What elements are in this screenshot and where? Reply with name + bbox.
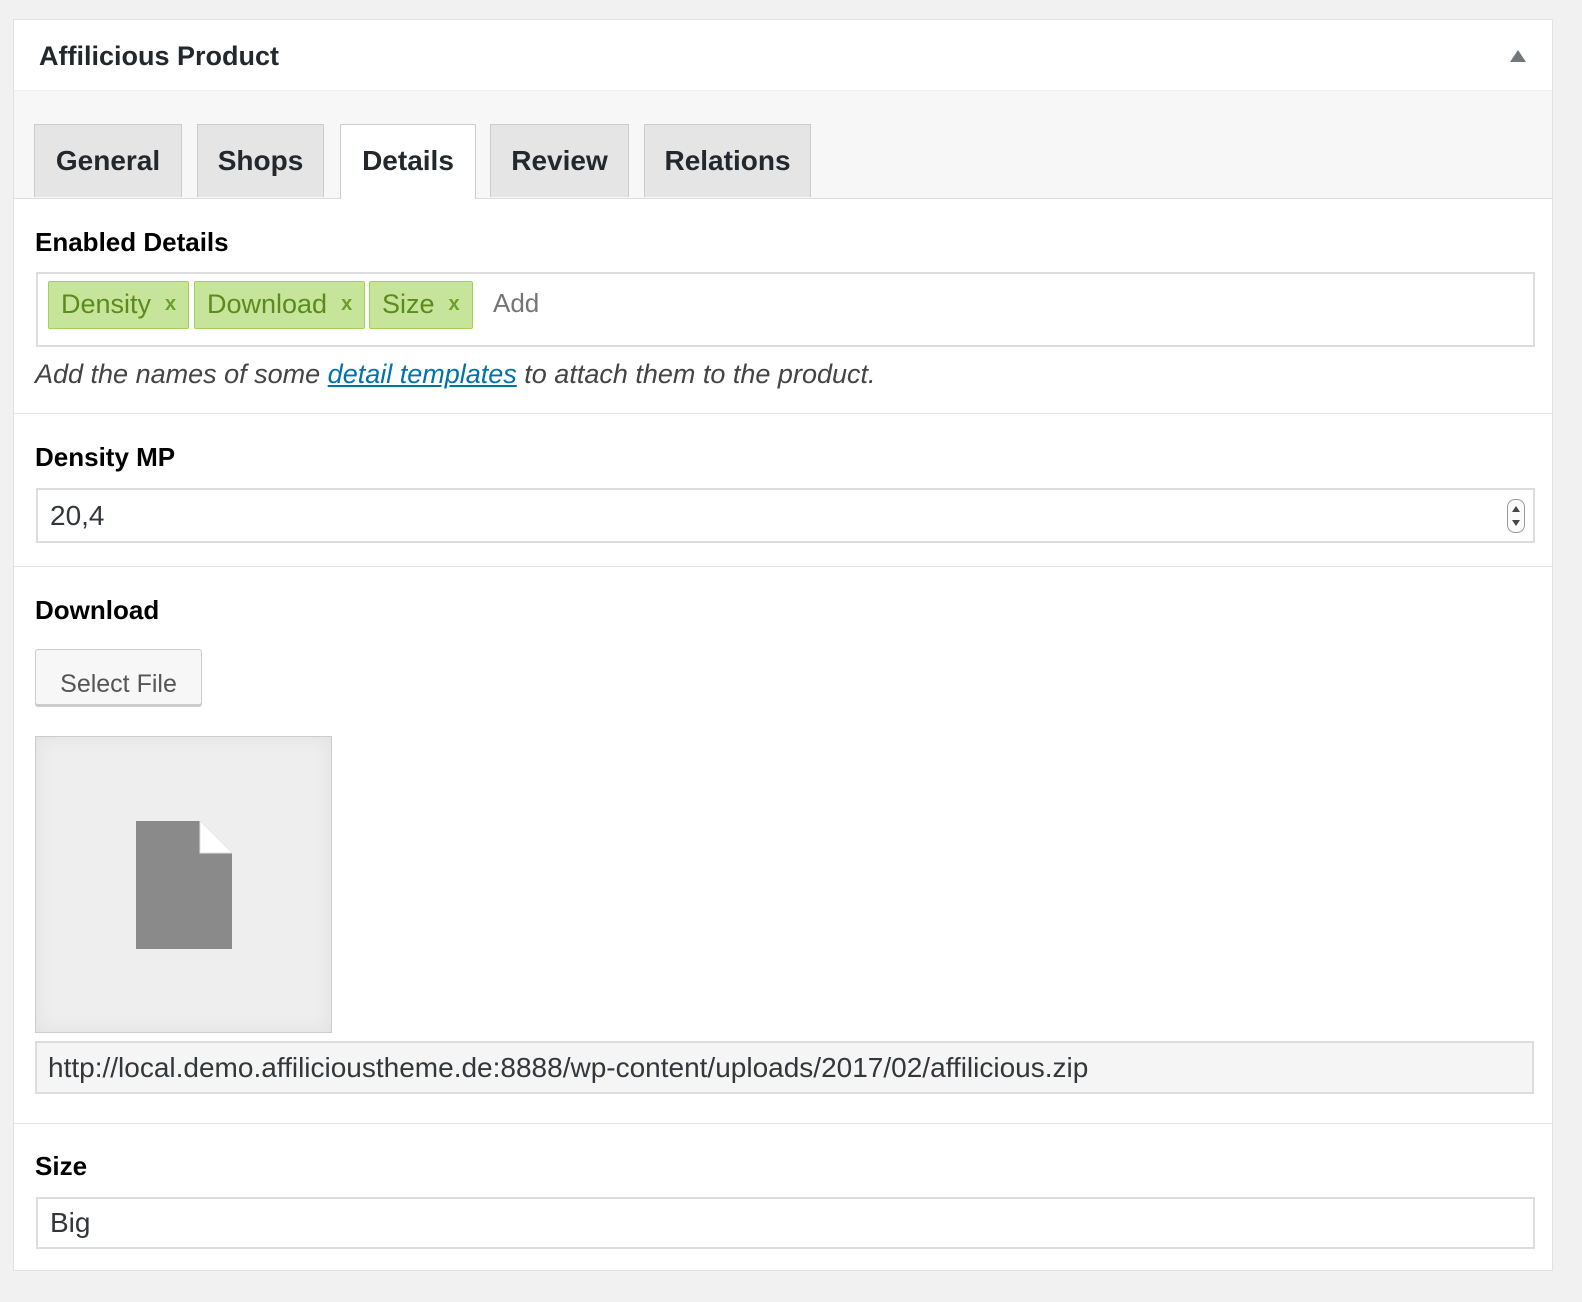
enabled-details-label: Enabled Details [35, 227, 229, 257]
size-text-input[interactable]: Big [36, 1197, 1535, 1249]
tab-details[interactable]: Details [340, 124, 476, 199]
tag-size: Size x [369, 281, 473, 329]
density-number-input[interactable]: 20,4 [36, 488, 1535, 543]
tag-density: Density x [48, 281, 190, 329]
tag-label: Density [61, 289, 152, 319]
file-preview [35, 736, 332, 1033]
triangle-up-icon[interactable] [1510, 50, 1526, 62]
download-label: Download [35, 595, 160, 625]
select-file-button[interactable]: Select File [35, 649, 202, 705]
size-label: Size [35, 1151, 88, 1181]
tag-label: Size [382, 289, 435, 319]
enabled-details-hint: Add the names of some detail templates t… [35, 357, 876, 391]
number-spinner[interactable] [1507, 499, 1525, 533]
tag-add-input[interactable] [493, 288, 793, 319]
metabox-title: Affilicious Product [39, 41, 280, 71]
density-label: Density MP [35, 442, 176, 472]
tab-review[interactable]: Review [490, 124, 629, 197]
download-url-field[interactable]: http://local.demo.affilicioustheme.de:88… [35, 1041, 1534, 1094]
tab-general[interactable]: General [34, 124, 182, 197]
spinner-down-icon[interactable] [1512, 520, 1520, 526]
spinner-up-icon[interactable] [1512, 506, 1520, 512]
hint-text-before: Add the names of some [35, 359, 328, 389]
tabs-bar: General Shops Details Review Relations [14, 91, 1552, 199]
tag-remove-size[interactable]: x [449, 282, 460, 326]
affilicious-product-metabox: Affilicious Product General Shops Detail… [13, 19, 1553, 1271]
size-value: Big [50, 1207, 91, 1238]
document-icon [136, 821, 232, 949]
hint-text-after: to attach them to the product. [516, 359, 876, 389]
tag-remove-density[interactable]: x [165, 282, 176, 326]
tag-remove-download[interactable]: x [341, 282, 352, 326]
metabox-header[interactable]: Affilicious Product [14, 20, 1552, 91]
tab-relations[interactable]: Relations [644, 124, 811, 197]
density-value: 20,4 [50, 500, 105, 531]
tag-label: Download [207, 289, 328, 319]
enabled-details-tag-input[interactable]: Density x Download x Size x [36, 272, 1535, 347]
tab-shops[interactable]: Shops [197, 124, 324, 197]
tag-download: Download x [194, 281, 366, 329]
detail-templates-link[interactable]: detail templates [328, 359, 517, 389]
